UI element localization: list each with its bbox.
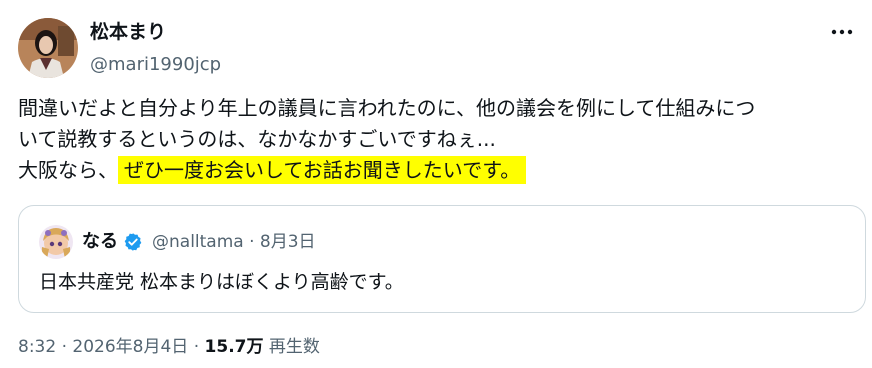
verified-badge-icon	[123, 232, 143, 252]
profile-photo-icon	[18, 18, 78, 78]
views-label: 再生数	[268, 337, 320, 357]
author-avatar[interactable]	[18, 18, 78, 78]
quoted-separator: ·	[249, 232, 255, 252]
tweet-text-line-3: 大阪なら、 ぜひ一度お会いしてお話お聞きしたいです。	[18, 155, 858, 186]
quoted-text: 日本共産党 松本まりはぼくより高齢です。	[39, 271, 404, 293]
more-horizontal-icon	[831, 29, 853, 35]
tweet-text: 間違いだよと自分より年上の議員に言われたのに、他の議会を例にして仕組みにつ いて…	[18, 93, 858, 186]
views-count: 15.7万	[204, 337, 264, 357]
tweet-footer: 8:32 · 2026年8月4日 · 15.7万 再生数	[18, 335, 320, 359]
tweet-time[interactable]: 8:32	[18, 337, 56, 357]
anime-avatar-icon	[39, 225, 73, 259]
tweet-date[interactable]: 2026年8月4日	[72, 337, 188, 357]
quoted-tweet[interactable]: なる @nalltama · 8月3日 日本共産党 松本まりはぼくより高齢です。	[18, 205, 866, 313]
tweet-text-line-1: 間違いだよと自分より年上の議員に言われたのに、他の議会を例にして仕組みにつ	[18, 96, 756, 120]
author-display-name[interactable]: 松本まり	[90, 20, 166, 44]
more-options-button[interactable]	[822, 18, 862, 46]
author-handle[interactable]: @mari1990jcp	[90, 53, 221, 77]
footer-separator: ·	[61, 337, 67, 357]
quoted-author-avatar[interactable]	[39, 225, 73, 259]
quoted-display-name[interactable]: なる	[82, 230, 118, 254]
quoted-date[interactable]: 8月3日	[260, 232, 316, 252]
tweet-card: 松本まり @mari1990jcp 間違いだよと自分より年上の議員に言われたのに…	[0, 0, 872, 368]
tweet-text-line-2: いて説教するというのは、なかなかすごいですねぇ...	[18, 127, 496, 151]
highlighted-text: ぜひ一度お会いしてお話お聞きしたいです。	[118, 156, 527, 184]
quoted-handle[interactable]: @nalltama	[152, 232, 244, 252]
tweet-text-prefix: 大阪なら、	[18, 158, 118, 182]
quoted-meta: @nalltama · 8月3日	[152, 230, 316, 254]
footer-separator: ·	[193, 337, 200, 357]
